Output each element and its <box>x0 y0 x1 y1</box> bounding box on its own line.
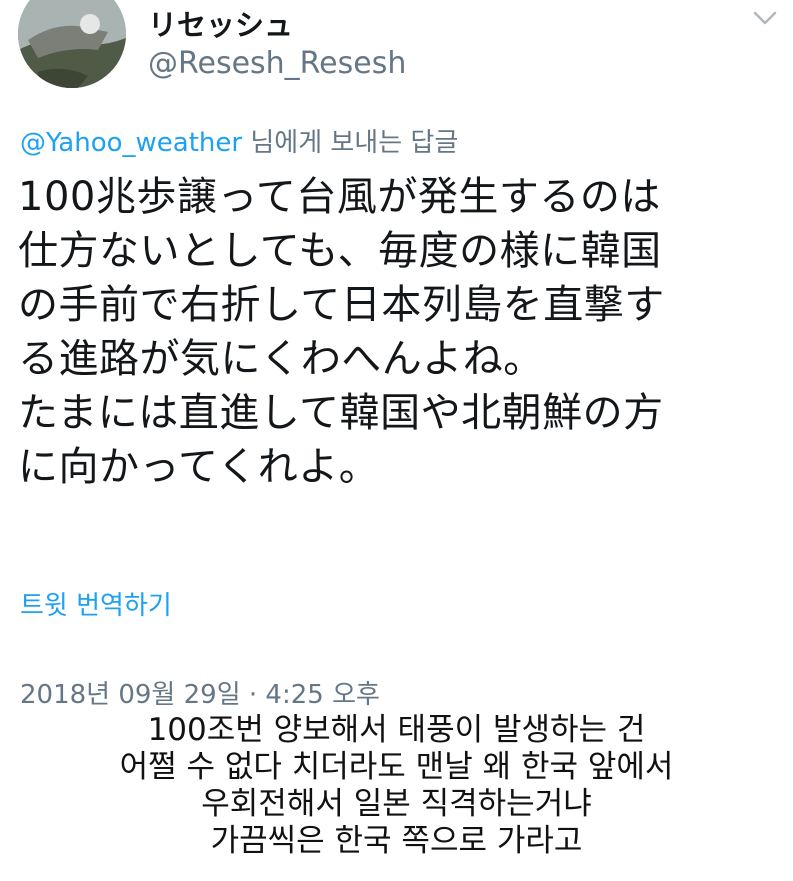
caption-line: 어쩔 수 없다 치더라도 맨날 왜 한국 앞에서 <box>119 749 674 785</box>
more-options-button[interactable] <box>752 8 778 28</box>
caption-line: 가끔씩은 한국 쪽으로 가라고 <box>210 823 583 859</box>
chevron-down-icon <box>753 11 777 25</box>
translation-caption: 100조번 양보해서 태풍이 발생하는 건 어쩔 수 없다 치더라도 맨날 왜 … <box>0 712 793 860</box>
caption-line: 100조번 양보해서 태풍이 발생하는 건 <box>147 712 646 748</box>
caption-line: 우회전해서 일본 직격하는거냐 <box>201 786 592 822</box>
reply-to-handle-link[interactable]: @Yahoo_weather <box>20 128 242 158</box>
avatar[interactable] <box>18 0 126 88</box>
translate-tweet-link[interactable]: 트윗 번역하기 <box>20 585 172 622</box>
tweet-text-line: る進路が気にくわへんよね。 <box>18 336 544 382</box>
reply-context: @Yahoo_weather 님에게 보내는 답글 <box>20 122 458 159</box>
tweet-text-line: たまには直進して韓国や北朝鮮の方 <box>18 390 664 436</box>
tweet-text-line: に向かってくれよ。 <box>18 444 380 490</box>
tweet-text-line: 100兆歩譲って台風が発生するのは <box>18 174 661 220</box>
tweet-text: 100兆歩譲って台風が発生するのは 仕方ないとしても、毎度の様に韓国 の手前で右… <box>18 170 778 494</box>
tweet-text-line: の手前で右折して日本列島を直撃す <box>18 282 665 328</box>
avatar-image <box>18 0 126 88</box>
reply-to-label: 님에게 보내는 답글 <box>242 128 459 158</box>
display-name[interactable]: リセッシュ <box>148 2 293 44</box>
username[interactable]: @Resesh_Resesh <box>148 46 406 81</box>
tweet-timestamp[interactable]: 2018년 09월 29일 · 4:25 오후 <box>20 674 380 711</box>
tweet-text-line: 仕方ないとしても、毎度の様に韓国 <box>18 228 662 274</box>
